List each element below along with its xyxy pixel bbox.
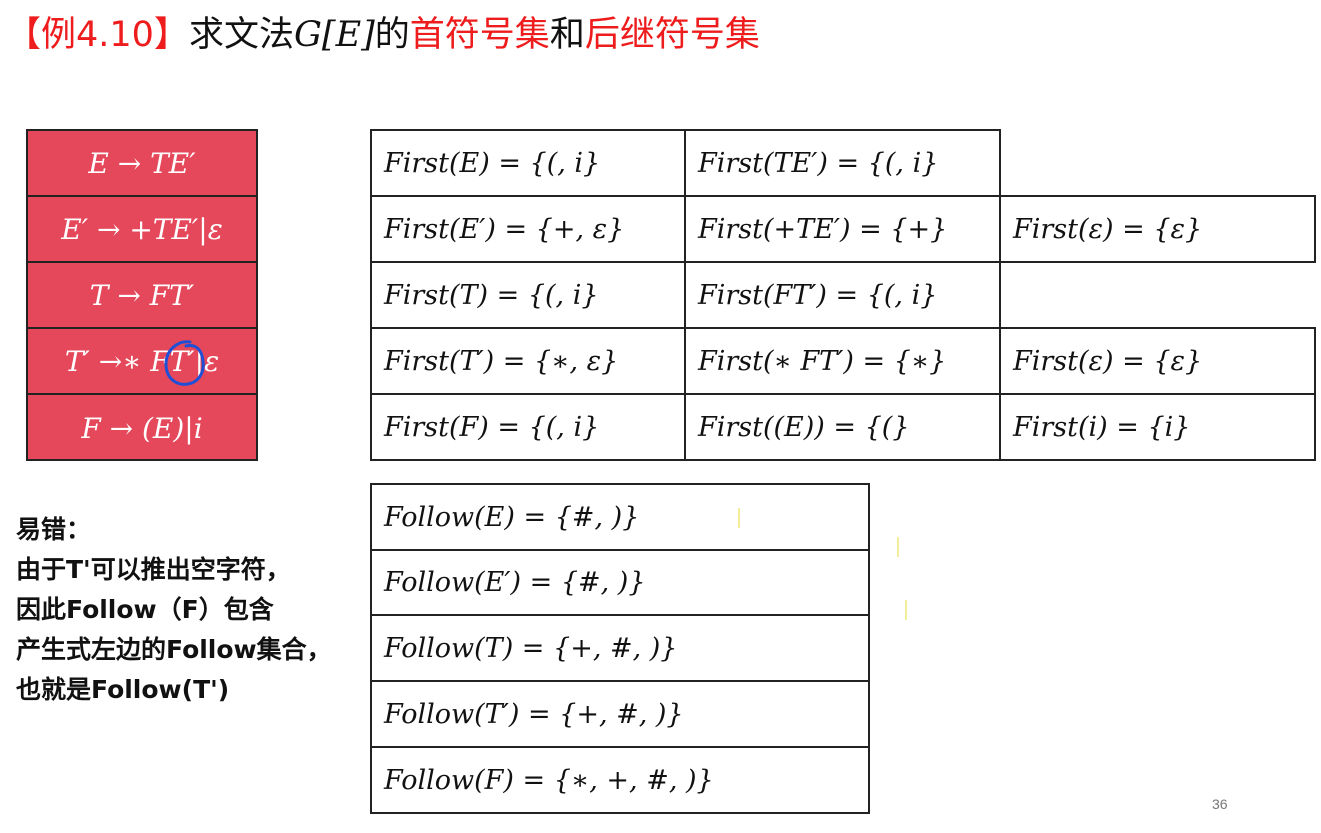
first-cell: First(ε) = {ε} xyxy=(999,327,1316,395)
first-cell: First(T′) = {∗, ε} xyxy=(370,327,686,395)
decorative-mark xyxy=(897,537,899,557)
production-row: E → TE′ xyxy=(28,131,256,197)
first-cell: First(E) = {(, i} xyxy=(370,129,686,197)
first-cell: First(T) = {(, i} xyxy=(370,261,686,329)
first-cell: First(TE′) = {(, i} xyxy=(684,129,1001,197)
page-number: 36 xyxy=(1212,796,1228,812)
first-cell: First(+TE′) = {+} xyxy=(684,195,1001,263)
title-grammar-name: G[E] xyxy=(293,15,375,55)
first-cell: First(F) = {(, i} xyxy=(370,393,686,461)
production-row: T → FT′ xyxy=(28,263,256,329)
follow-cell: Follow(E′) = {#, )} xyxy=(370,549,870,616)
first-cell: First(E′) = {+, ε} xyxy=(370,195,686,263)
note-heading: 易错： xyxy=(16,515,92,544)
note-line: 产生式左边的Follow集合， xyxy=(16,635,332,664)
decorative-mark xyxy=(905,600,907,620)
follow-cell: Follow(E) = {#, )} xyxy=(370,483,870,551)
title-prefix: 求文法 xyxy=(188,15,294,55)
title-first-sets: 首符号集 xyxy=(409,15,550,55)
first-cell: First(ε) = {ε} xyxy=(999,195,1316,263)
title-example-tag: 【例4.10】 xyxy=(6,15,189,55)
production-row: T′ →∗ FT′|ε xyxy=(28,329,256,395)
decorative-mark xyxy=(738,508,740,528)
first-cell: First(i) = {i} xyxy=(999,393,1316,461)
annotation-circle-icon xyxy=(164,340,205,386)
note-line: 也就是Follow(T') xyxy=(16,675,230,704)
follow-cell: Follow(T) = {+, #, )} xyxy=(370,614,870,682)
production-row: E′ → +TE′|ε xyxy=(28,197,256,263)
title-of: 的 xyxy=(374,15,410,55)
production-row: F → (E)|i xyxy=(81,411,203,445)
first-cell: First(FT′) = {(, i} xyxy=(684,261,1001,329)
title-and: 和 xyxy=(549,15,585,55)
mistake-note: 易错： 由于T'可以推出空字符， 因此Follow（F）包含 产生式左边的Fol… xyxy=(16,510,376,710)
title-follow-sets: 后继符号集 xyxy=(584,15,760,55)
first-cell: First((E)) = {(} xyxy=(684,393,1001,461)
grammar-productions: E → TE′ E′ → +TE′|ε T → FT′ T′ →∗ FT′|ε … xyxy=(26,129,258,461)
slide-title: 【例4.10】求文法G[E]的首符号集和后继符号集 xyxy=(6,10,760,60)
follow-cell: Follow(F) = {∗, +, #, )} xyxy=(370,746,870,814)
note-line: 由于T'可以推出空字符， xyxy=(16,555,291,584)
first-cell: First(∗ FT′) = {∗} xyxy=(684,327,1001,395)
note-line: 因此Follow（F）包含 xyxy=(16,595,274,624)
follow-cell: Follow(T′) = {+, #, )} xyxy=(370,680,870,748)
